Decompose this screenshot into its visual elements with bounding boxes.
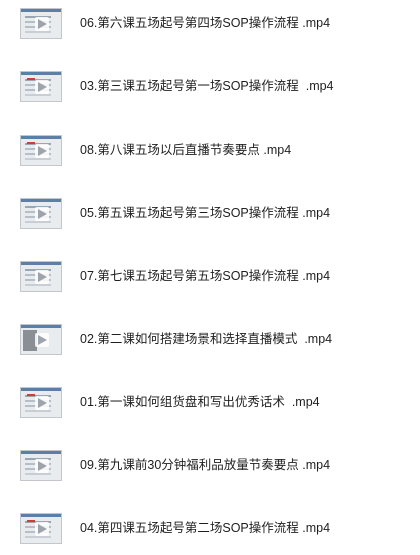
video-thumbnail-icon <box>20 71 62 102</box>
play-icon <box>35 396 49 410</box>
file-item[interactable]: 04.第四课五场起号第二场SOP操作流程 .mp4 <box>0 509 420 549</box>
file-item[interactable]: 06.第六课五场起号第四场SOP操作流程 .mp4 <box>0 4 420 44</box>
video-thumbnail-icon <box>20 8 62 39</box>
file-item[interactable]: 09.第九课前30分钟福利品放量节奏要点 .mp4 <box>0 446 420 486</box>
file-item[interactable]: 07.第七课五场起号第五场SOP操作流程 .mp4 <box>0 257 420 297</box>
file-list: 06.第六课五场起号第四场SOP操作流程 .mp4 03.第三课五场起号第一场S… <box>0 0 420 555</box>
video-thumbnail-icon <box>20 387 62 418</box>
play-icon <box>35 144 49 158</box>
video-thumbnail-icon <box>20 135 62 166</box>
file-name: 04.第四课五场起号第二场SOP操作流程 .mp4 <box>80 521 331 535</box>
file-item[interactable]: 08.第八课五场以后直播节奏要点 .mp4 <box>0 131 420 171</box>
play-icon <box>35 333 49 347</box>
video-thumbnail-icon <box>20 198 62 229</box>
file-name: 07.第七课五场起号第五场SOP操作流程 .mp4 <box>80 269 331 283</box>
video-thumbnail-icon <box>20 261 62 292</box>
file-name: 03.第三课五场起号第一场SOP操作流程 .mp4 <box>80 79 334 93</box>
video-thumbnail-icon <box>20 513 62 544</box>
play-icon <box>35 207 49 221</box>
play-icon <box>35 459 49 473</box>
file-name: 01.第一课如何组货盘和写出优秀话术 .mp4 <box>80 395 320 409</box>
play-icon <box>35 80 49 94</box>
play-icon <box>35 522 49 536</box>
play-icon <box>35 17 49 31</box>
file-item[interactable]: 02.第二课如何搭建场景和选择直播模式 .mp4 <box>0 320 420 360</box>
file-item[interactable]: 03.第三课五场起号第一场SOP操作流程 .mp4 <box>0 67 420 107</box>
video-thumbnail-icon <box>20 324 62 355</box>
file-name: 06.第六课五场起号第四场SOP操作流程 .mp4 <box>80 16 331 30</box>
file-name: 09.第九课前30分钟福利品放量节奏要点 .mp4 <box>80 458 331 472</box>
file-item[interactable]: 05.第五课五场起号第三场SOP操作流程 .mp4 <box>0 194 420 234</box>
video-thumbnail-icon <box>20 450 62 481</box>
file-item[interactable]: 01.第一课如何组货盘和写出优秀话术 .mp4 <box>0 383 420 423</box>
file-name: 05.第五课五场起号第三场SOP操作流程 .mp4 <box>80 206 331 220</box>
file-name: 08.第八课五场以后直播节奏要点 .mp4 <box>80 143 292 157</box>
file-name: 02.第二课如何搭建场景和选择直播模式 .mp4 <box>80 332 333 346</box>
play-icon <box>35 270 49 284</box>
